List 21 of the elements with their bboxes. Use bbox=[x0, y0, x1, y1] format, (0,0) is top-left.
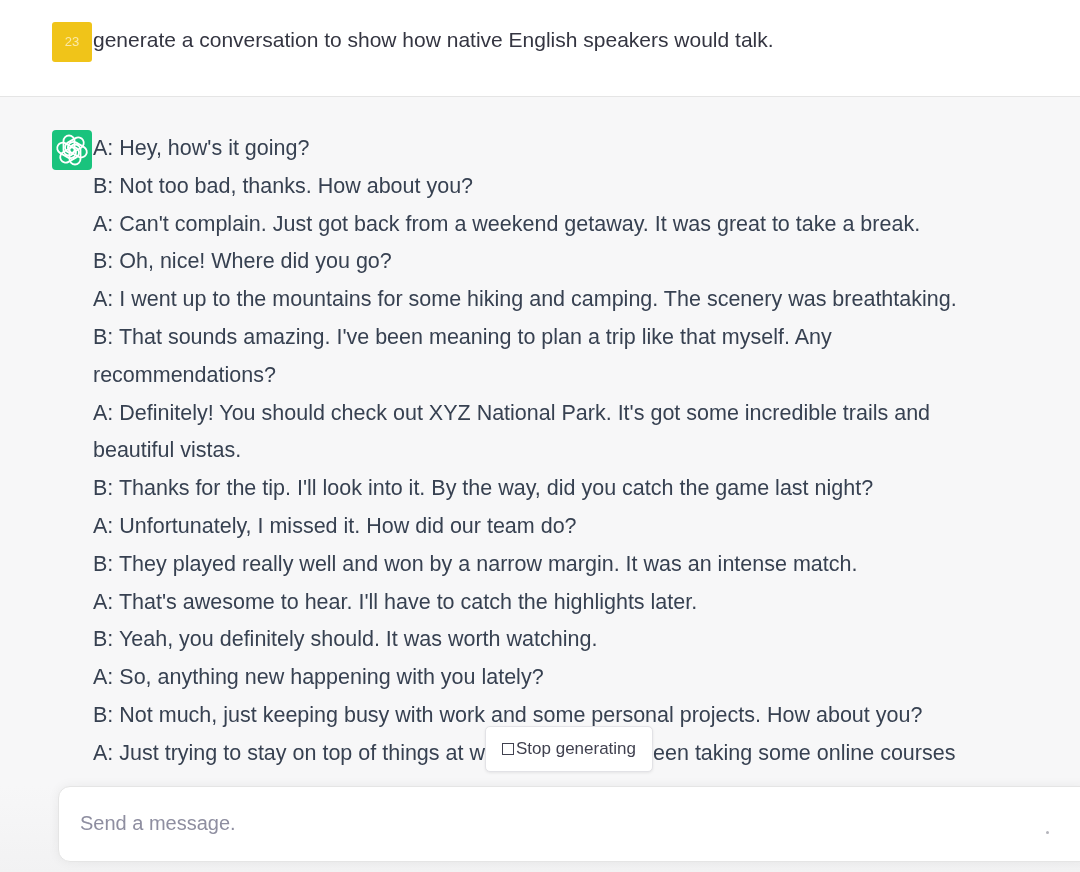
conversation-line: A: So, anything new happening with you lately? bbox=[93, 664, 545, 692]
conversation-line: B: Yeah, you definitely should. It was worth watching. bbox=[93, 626, 599, 654]
conversation-line: A: Definitely! You should check out XYZ National Park. It's got some incredible trails and beautiful vistas. bbox=[93, 399, 932, 465]
stop-icon bbox=[502, 742, 514, 755]
conversation-line: B: Oh, nice! Where did you go? bbox=[93, 248, 393, 276]
conversation-line: A: Hey, how's it going? bbox=[93, 135, 311, 162]
conversation-line: B: Not too bad, thanks. How about you? bbox=[93, 172, 475, 200]
message-input[interactable]: Send a message. bbox=[58, 785, 1080, 862]
conversation-line: B: They played really well and won by a narrow margin. It was an intense match. bbox=[93, 550, 859, 578]
conversation-line: A: That's awesome to hear. I'll have to catch the highlights later. bbox=[93, 588, 699, 616]
conversation-line: A: Unfortunately, I missed it. How did our team do? bbox=[93, 512, 578, 540]
logo-icon bbox=[52, 130, 92, 170]
conversation-line: een taking some online courses bbox=[653, 739, 956, 767]
conversation-line: A: Can't complain. Just got back from a weekend getaway. It was great to take a break. bbox=[93, 210, 922, 238]
conversation-line: B: Thanks for the tip. I'll look into it. By the way, did you catch the game last night? bbox=[93, 475, 875, 503]
user-message: generate a conversation to show how native English speakers would talk. bbox=[93, 27, 774, 53]
stop-generating-button[interactable]: Stop generating bbox=[485, 725, 654, 772]
conversation-line: B: That sounds amazing. I've been meaning to plan a trip like that myself. Any recommendations? bbox=[93, 324, 833, 389]
user-avatar: 23 bbox=[52, 22, 92, 62]
conversation-line: A: I went up to the mountains for some hiking and camping. The scenery was breathtaking. bbox=[93, 286, 958, 314]
conversation-line: A: Just trying to stay on top of things at w bbox=[93, 739, 485, 767]
